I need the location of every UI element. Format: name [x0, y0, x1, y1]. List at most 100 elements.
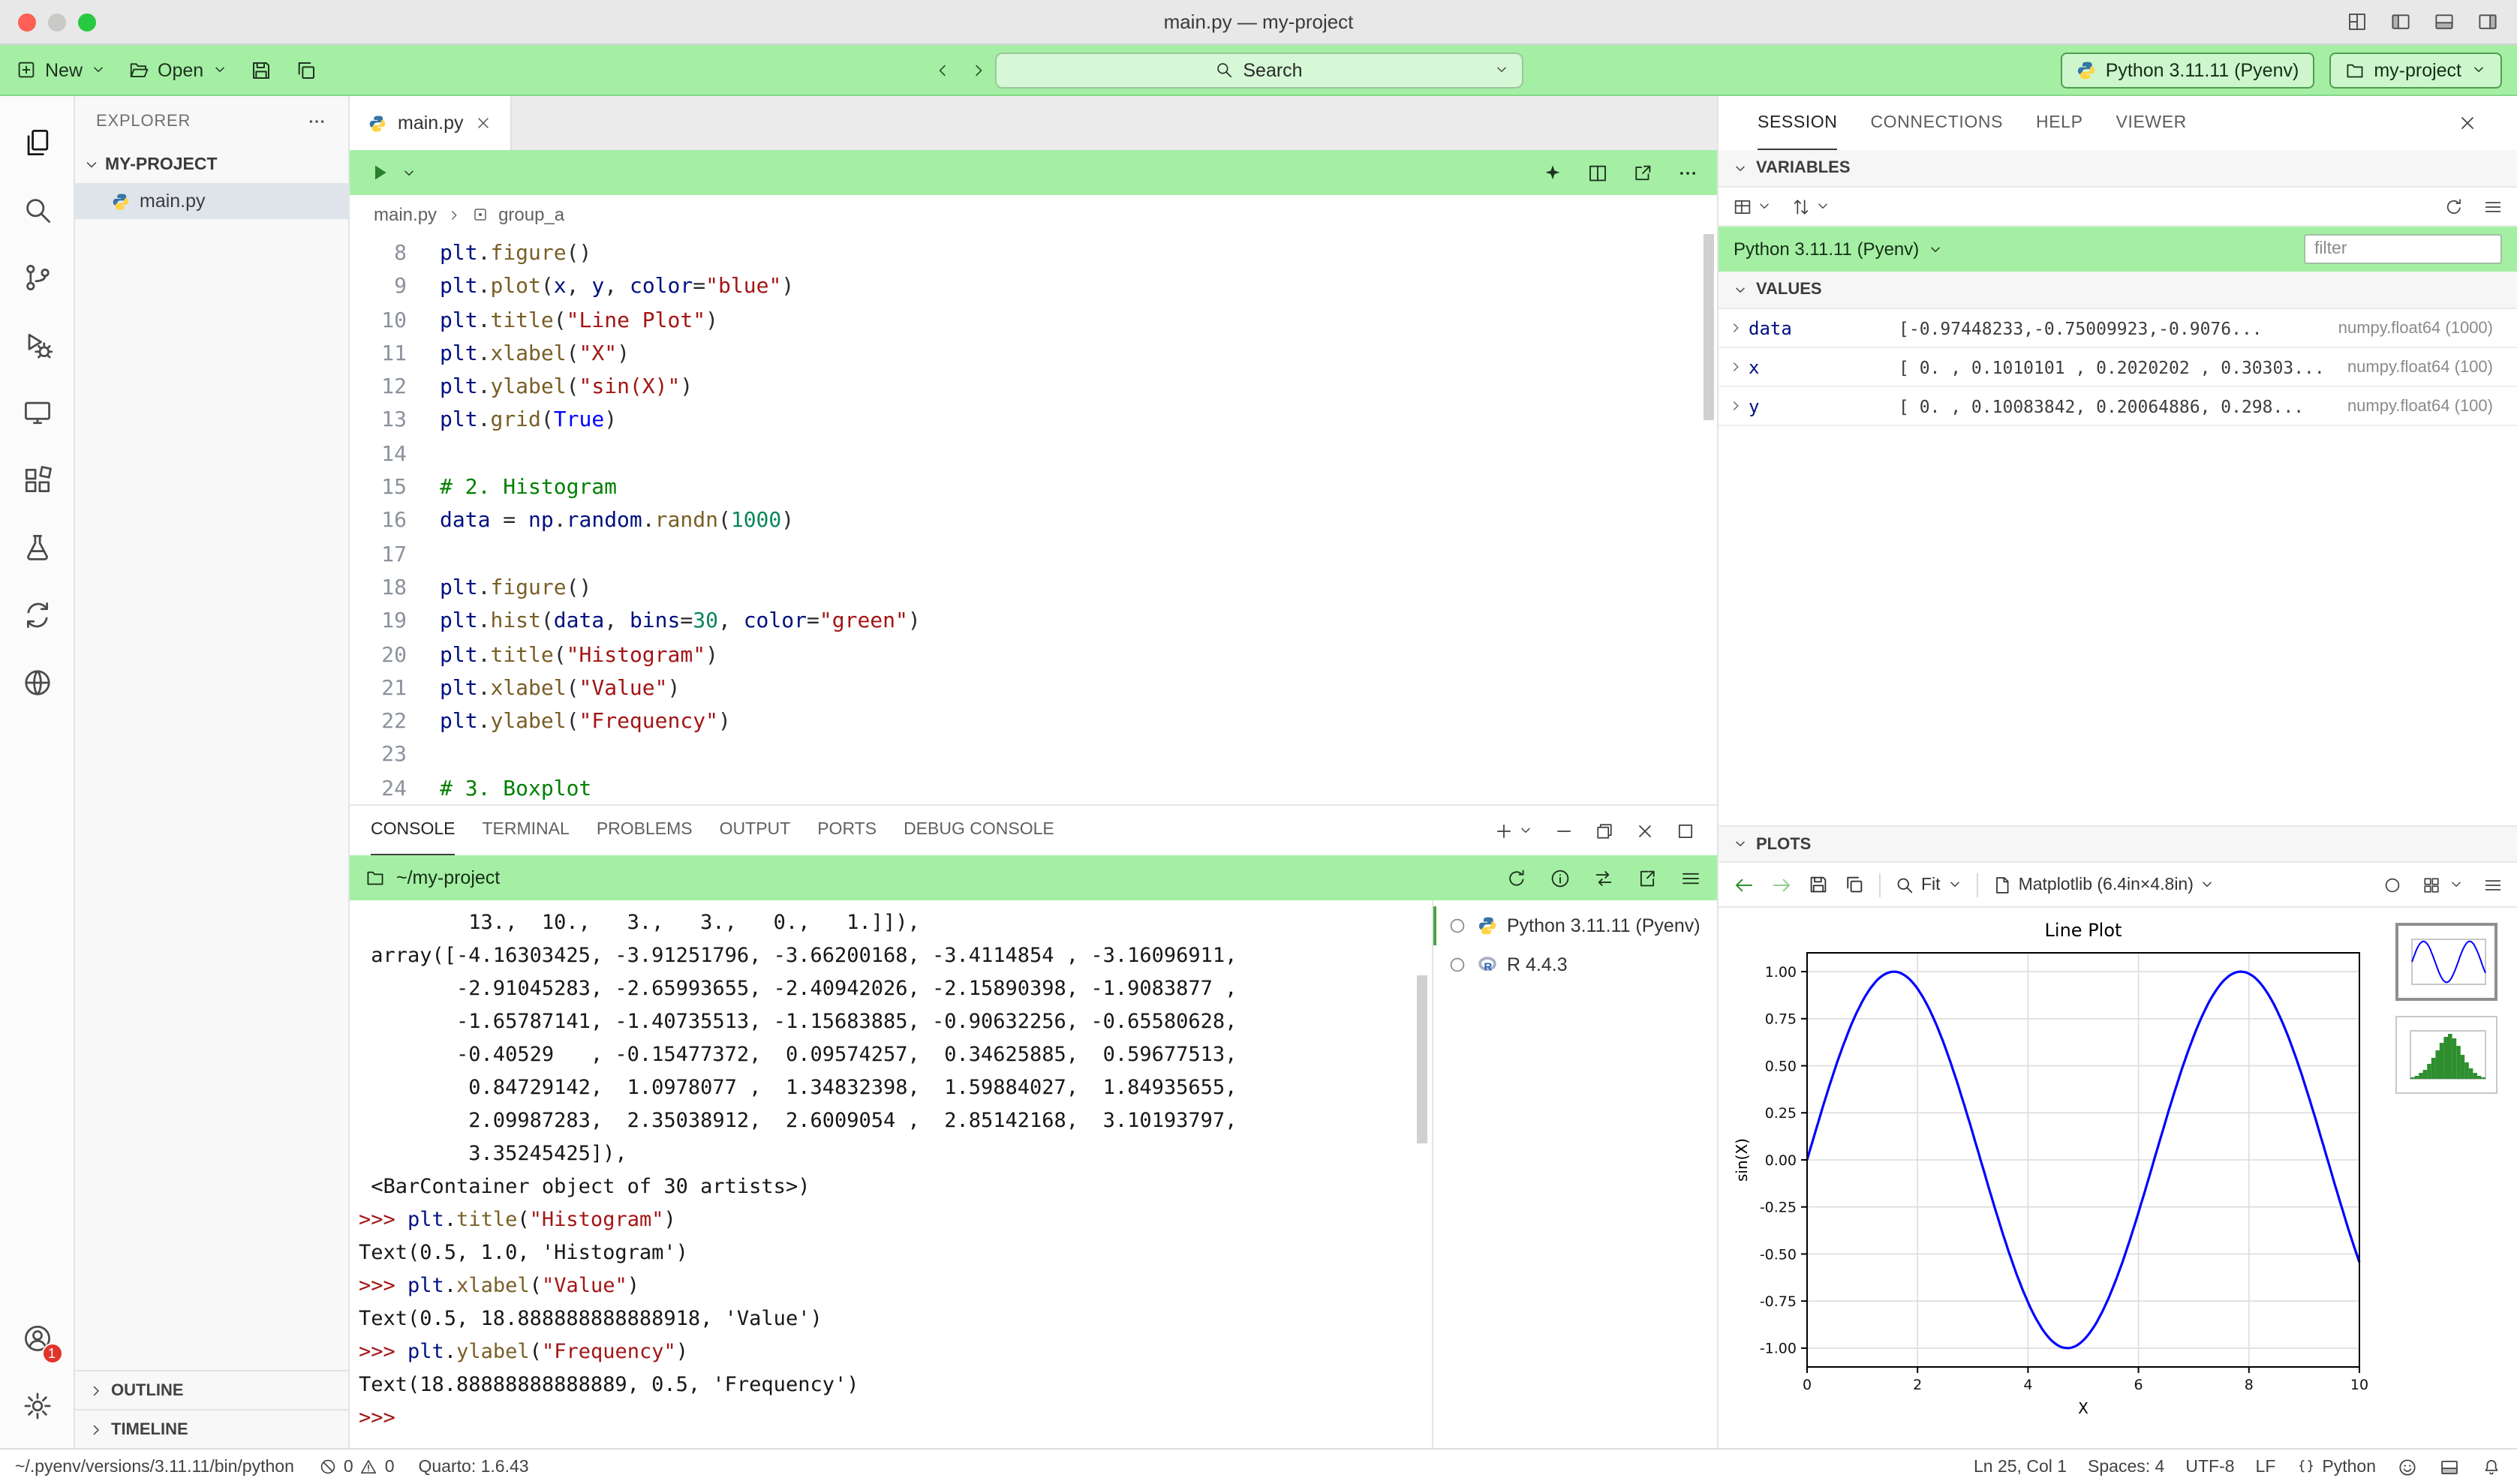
group-by-button[interactable] — [1732, 196, 1773, 217]
encoding[interactable]: UTF-8 — [2185, 1458, 2234, 1476]
plot-thumbnail-histogram[interactable] — [2395, 1016, 2497, 1094]
copy-plot-icon[interactable] — [1843, 873, 1866, 896]
run-dropdown-icon[interactable] — [401, 164, 417, 181]
expand-icon[interactable] — [1728, 398, 1744, 414]
project-tree-root[interactable]: MY-PROJECT — [75, 147, 348, 183]
chevron-down-icon[interactable] — [1493, 62, 1509, 78]
values-section-header[interactable]: VALUES — [1719, 272, 2517, 309]
run-debug-icon[interactable] — [20, 328, 53, 361]
toggle-sidebar-right-icon[interactable] — [2476, 11, 2499, 33]
globe-icon[interactable] — [20, 665, 53, 698]
maximize-panel-icon[interactable] — [1675, 820, 1696, 841]
close-window-button[interactable] — [18, 13, 36, 31]
runtime-label[interactable]: Python 3.11.11 (Pyenv) — [1734, 239, 1919, 260]
open-in-editor-icon[interactable] — [1636, 867, 1658, 889]
zoom-fit-button[interactable]: Fit — [1894, 874, 1963, 895]
duplicate-icon[interactable] — [293, 58, 317, 82]
jupyter-icon[interactable] — [20, 598, 53, 631]
refresh-variables-icon[interactable] — [2443, 196, 2464, 217]
switch-console-icon[interactable] — [1592, 867, 1615, 889]
notifications-bell-icon[interactable] — [2481, 1456, 2502, 1477]
extensions-icon[interactable] — [20, 463, 53, 496]
feedback-icon[interactable] — [2397, 1456, 2418, 1477]
save-icon[interactable] — [248, 58, 272, 82]
breadcrumb-file[interactable]: main.py — [374, 204, 437, 225]
interpreter-button[interactable]: Python 3.11.11 (Pyenv) — [2061, 52, 2314, 88]
tab-connections[interactable]: CONNECTIONS — [1870, 96, 2003, 150]
layout-toggle-icon[interactable] — [2439, 1456, 2460, 1477]
variable-row[interactable]: x[ 0. , 0.1010101 , 0.2020202 , 0.30303.… — [1719, 348, 2517, 387]
explorer-icon[interactable] — [20, 125, 53, 158]
panel-tab-terminal[interactable]: TERMINAL — [483, 806, 570, 855]
plots-view-mode-button[interactable] — [2421, 874, 2464, 895]
source-control-icon[interactable] — [20, 260, 53, 293]
restart-console-icon[interactable] — [1505, 867, 1528, 889]
open-in-window-icon[interactable] — [1631, 161, 1654, 184]
session-item-r[interactable]: RR 4.4.3 — [1433, 945, 1717, 984]
interpreter-path[interactable]: ~/.pyenv/versions/3.11.11/bin/python — [15, 1458, 294, 1476]
tab-viewer[interactable]: VIEWER — [2116, 96, 2187, 150]
file-item-mainpy[interactable]: main.py — [75, 183, 348, 219]
account-button[interactable]: 1 — [1, 1304, 73, 1371]
panel-tab-output[interactable]: OUTPUT — [720, 806, 791, 855]
previous-plot-icon[interactable] — [1732, 873, 1756, 897]
breadcrumb[interactable]: main.py group_a — [350, 195, 1717, 234]
new-terminal-icon[interactable] — [1493, 820, 1514, 841]
breadcrumb-symbol[interactable]: group_a — [498, 204, 564, 225]
console-output[interactable]: 13., 10., 3., 3., 0., 1.]]), array([-4.1… — [350, 900, 1432, 1448]
chevron-down-icon[interactable] — [1926, 241, 1943, 257]
tab-mainpy[interactable]: main.py — [350, 96, 512, 150]
panel-tab-ports[interactable]: PORTS — [817, 806, 877, 855]
minimize-panel-icon[interactable] — [1553, 820, 1574, 841]
remote-explorer-icon[interactable] — [20, 395, 53, 428]
variables-section-header[interactable]: VARIABLES — [1719, 150, 2517, 188]
tab-help[interactable]: HELP — [2036, 96, 2083, 150]
console-scrollbar[interactable] — [1417, 975, 1427, 1143]
toggle-sidebar-left-icon[interactable] — [2389, 11, 2412, 33]
expand-icon[interactable] — [1728, 320, 1744, 336]
console-menu-icon[interactable] — [1680, 867, 1702, 889]
run-button-icon[interactable] — [368, 161, 392, 185]
panel-tab-console[interactable]: CONSOLE — [371, 806, 456, 855]
search-input[interactable]: Search — [994, 52, 1523, 88]
cursor-position[interactable]: Ln 25, Col 1 — [1974, 1458, 2067, 1476]
testing-icon[interactable] — [20, 530, 53, 563]
variable-row[interactable]: y[ 0. , 0.10083842, 0.20064886, 0.298...… — [1719, 387, 2517, 426]
search-view-icon[interactable] — [20, 193, 53, 226]
panel-tab-problems[interactable]: PROBLEMS — [597, 806, 693, 855]
quarto-version[interactable]: Quarto: 1.6.43 — [419, 1458, 529, 1476]
settings-gear-icon[interactable] — [20, 1389, 53, 1422]
plots-menu-icon[interactable] — [2482, 874, 2503, 895]
time line-section[interactable]: TIMELINE — [75, 1409, 348, 1448]
plot-thumbnail-line[interactable] — [2395, 923, 2497, 1001]
restore-panel-icon[interactable] — [1594, 820, 1615, 841]
more-actions-icon[interactable] — [1676, 161, 1699, 184]
indentation[interactable]: Spaces: 4 — [2088, 1458, 2164, 1476]
chevron-down-icon[interactable] — [1517, 822, 1534, 839]
zoom-window-button[interactable] — [78, 13, 96, 31]
new-button[interactable]: New — [15, 59, 107, 81]
close-tab-icon[interactable] — [474, 114, 492, 132]
split-editor-icon[interactable] — [1586, 161, 1609, 184]
variables-menu-icon[interactable] — [2482, 196, 2503, 217]
filter-input[interactable]: filter — [2304, 234, 2502, 264]
next-plot-icon[interactable] — [1770, 873, 1794, 897]
back-icon[interactable] — [931, 59, 952, 80]
editor-scrollbar[interactable] — [1704, 234, 1714, 420]
code-editor[interactable]: 8plt.figure()9plt.plot(x, y, color="blue… — [350, 234, 1717, 804]
language-mode[interactable]: Python — [2296, 1457, 2376, 1476]
problems-status[interactable]: 0 0 — [318, 1457, 395, 1476]
open-button[interactable]: Open — [128, 59, 227, 81]
plots-section-header[interactable]: PLOTS — [1719, 825, 2517, 863]
minimize-window-button[interactable] — [48, 13, 66, 31]
plot-size-button[interactable]: Matplotlib (6.4in×4.8in) — [1992, 874, 2216, 895]
variable-row[interactable]: data[-0.97448233,-0.75009923,-0.9076...n… — [1719, 309, 2517, 348]
more-actions-icon[interactable] — [306, 111, 327, 132]
save-plot-icon[interactable] — [1807, 873, 1830, 896]
customize-layout-icon[interactable] — [2346, 11, 2368, 33]
tab-session[interactable]: SESSION — [1758, 96, 1837, 150]
toggle-panel-icon[interactable] — [2433, 11, 2455, 33]
outline-section[interactable]: OUTLINE — [75, 1370, 348, 1409]
assistant-sparkle-icon[interactable] — [1541, 161, 1564, 184]
eol-sequence[interactable]: LF — [2256, 1458, 2276, 1476]
